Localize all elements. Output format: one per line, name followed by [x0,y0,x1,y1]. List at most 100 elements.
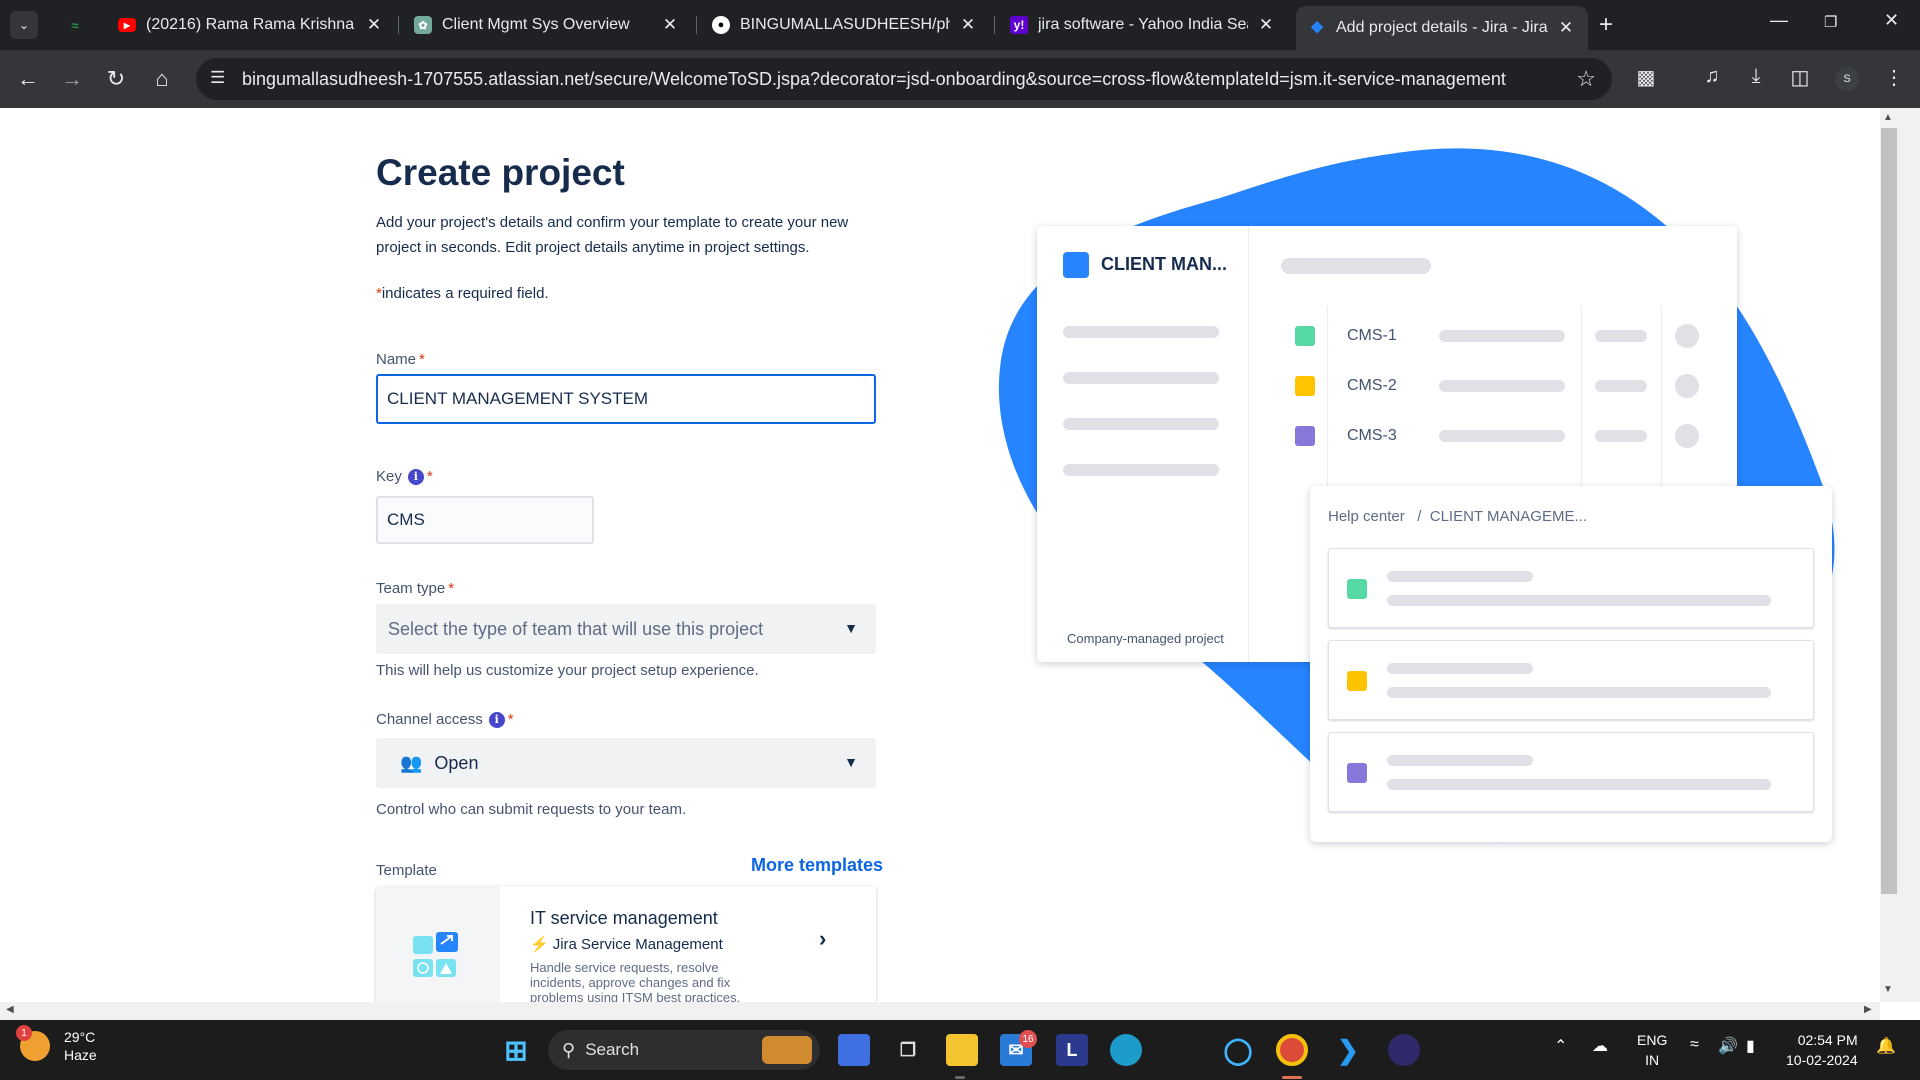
file-explorer-icon[interactable] [946,1034,978,1066]
chevron-right-icon[interactable]: › [819,926,826,952]
tab-close-icon[interactable]: ✕ [1256,15,1276,35]
template-label: Template [376,862,437,879]
scroll-right-icon[interactable]: ▶ [1864,1004,1872,1015]
issue-type-square [1295,376,1315,396]
info-icon[interactable]: i [488,711,505,728]
preview-sidebar: CLIENT MAN... Company-managed project [1037,226,1249,662]
preview-project-type: Company-managed project [1067,631,1224,646]
gfg-icon: ≈ [71,17,79,33]
skeleton-bar [1063,418,1219,430]
help-center-preview-card: Help center / CLIENT MANAGEME... [1310,486,1832,842]
menu-kebab-icon[interactable]: ⋮ [1880,65,1908,90]
side-panel-icon[interactable]: ◫ [1786,65,1814,90]
tab-search-icon[interactable]: ⌄ [10,11,38,39]
task-view-icon[interactable]: ❐ [892,1034,924,1066]
volume-icon[interactable]: 🔊 [1718,1036,1738,1056]
tab-title: jira software - Yahoo India Sear [1038,16,1248,33]
mail-badge: 16 [1019,1030,1037,1048]
minimize-icon[interactable]: — [1770,10,1788,31]
github-icon: ● [712,16,730,34]
tab-gfg[interactable]: ≈ [54,8,104,42]
preview-project-name: CLIENT MAN... [1101,254,1227,274]
site-info-icon[interactable]: ☰ [210,68,225,88]
issue-key: CMS-3 [1347,427,1397,444]
skeleton-bar [1063,326,1219,338]
tab-title: Client Mgmt Sys Overview [442,16,630,33]
tab-github[interactable]: ● BINGUMALLASUDHEESH/phase ✕ [700,8,990,42]
weather-widget[interactable]: 1 29°C Haze [16,1025,97,1064]
edge-icon[interactable] [1110,1034,1142,1066]
yahoo-icon: y! [1010,16,1028,34]
more-templates-link[interactable]: More templates [751,855,883,876]
extensions-icon[interactable]: ▩ [1632,65,1660,90]
windows-start-icon[interactable]: ⊞ [500,1034,532,1066]
template-description: Handle service requests, resolve inciden… [530,960,741,1002]
request-type-card [1328,640,1814,720]
lenovo-vantage-icon[interactable]: L [1056,1034,1088,1066]
youtube-icon: ▶ [118,18,136,32]
language-indicator[interactable]: ENG IN [1637,1030,1667,1070]
vertical-scrollbar[interactable]: ▲ ▼ [1880,108,1920,1002]
team-type-label: Team type * [376,580,455,597]
issue-type-square [1295,426,1315,446]
profile-avatar[interactable]: S [1835,67,1859,91]
chevron-down-icon: ▼ [844,754,858,770]
wifi-icon[interactable]: ≈ [1690,1036,1699,1054]
skeleton-bar [1063,464,1219,476]
page-content: Create project Add your project's detail… [0,108,1880,1002]
chrome-icon[interactable] [1276,1034,1308,1066]
weather-badge: 1 [16,1025,32,1041]
template-product: ⚡ Jira Service Management [530,936,723,953]
close-window-icon[interactable]: ✕ [1884,10,1899,31]
template-card[interactable]: IT service management ⚡ Jira Service Mana… [376,886,876,1002]
skeleton-bar [1281,258,1431,274]
scroll-down-icon[interactable]: ▼ [1883,984,1893,995]
skeleton-bar [1595,330,1647,342]
scroll-left-icon[interactable]: ◀ [6,1004,14,1015]
tab-close-icon[interactable]: ✕ [364,15,384,35]
channel-access-select[interactable]: 👥 Open ▼ [376,738,876,788]
horizontal-scrollbar[interactable]: ◀ ▶ [0,1002,1880,1020]
reload-icon[interactable]: ↻ [102,65,130,93]
scroll-up-icon[interactable]: ▲ [1883,112,1893,123]
vscode-icon[interactable]: ❯ [1332,1034,1364,1066]
info-icon[interactable]: i [407,468,424,485]
cortana-icon[interactable]: ◯ [1222,1034,1254,1066]
tab-close-icon[interactable]: ✕ [660,15,680,35]
new-tab-button[interactable]: + [1599,12,1613,38]
scrollbar-thumb[interactable] [1881,128,1897,894]
tab-yahoo[interactable]: y! jira software - Yahoo India Sear ✕ [998,8,1288,42]
notification-bell-icon[interactable]: 🔔 [1876,1036,1896,1056]
people-lock-icon: 👥 [400,752,423,773]
forward-icon[interactable]: → [58,65,86,93]
restore-icon[interactable]: ❐ [1824,13,1837,31]
tab-chatgpt[interactable]: ✿ Client Mgmt Sys Overview ✕ [402,8,692,42]
eclipse-icon[interactable] [1388,1034,1420,1066]
name-input[interactable]: CLIENT MANAGEMENT SYSTEM [376,374,876,424]
channel-access-help: Control who can submit requests to your … [376,801,687,818]
system-clock[interactable]: 02:54 PM 10-02-2024 [1786,1030,1858,1070]
tray-overflow-icon[interactable]: ⌃ [1554,1036,1567,1056]
key-input[interactable]: CMS [376,496,594,544]
download-icon[interactable]: ⤓ [1742,65,1770,88]
tab-close-icon[interactable]: ✕ [958,15,978,35]
back-icon[interactable]: ← [14,65,42,93]
copilot-icon[interactable] [838,1034,870,1066]
bookmark-star-icon[interactable]: ☆ [1576,66,1596,92]
tab-close-icon[interactable]: ✕ [1556,18,1576,38]
media-control-icon[interactable]: ♫ [1698,65,1726,88]
tab-jira-active[interactable]: ❖ Add project details - Jira - Jira ✕ [1296,6,1588,50]
skeleton-bar [1439,330,1565,342]
address-bar[interactable]: ☰ bingumallasudheesh-1707555.atlassian.n… [196,58,1612,100]
tab-title: BINGUMALLASUDHEESH/phase [740,16,950,33]
url-text[interactable]: bingumallasudheesh-1707555.atlassian.net… [242,69,1506,90]
skeleton-bar [1595,430,1647,442]
windows-taskbar: 1 29°C Haze ⊞ ⚲ Search ❐ ✉ 16 L ◯ ❯ ⌃ ☁ … [0,1020,1920,1080]
home-icon[interactable]: ⌂ [148,65,176,93]
tab-youtube[interactable]: ▶ (20216) Rama Rama Krishna Kri ✕ [106,8,396,42]
battery-icon[interactable]: ▮ [1746,1036,1755,1056]
onedrive-icon[interactable]: ☁ [1592,1036,1608,1056]
taskbar-search[interactable]: ⚲ Search [548,1030,820,1070]
skeleton-bar [1439,430,1565,442]
team-type-select[interactable]: Select the type of team that will use th… [376,604,876,654]
